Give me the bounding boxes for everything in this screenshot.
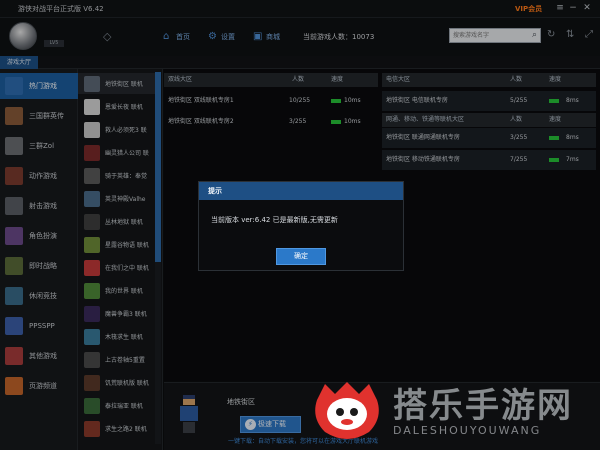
ok-button[interactable]: 确定 <box>276 248 326 265</box>
dialog-title: 提示 <box>199 182 403 200</box>
watermark-text: 搭乐手游网 <box>393 386 573 426</box>
update-dialog: 提示 当前版本 ver:6.42 已是最新版,无需更新 确定 <box>198 181 404 271</box>
watermark-subtext: DALESHOUYOUWANG <box>393 424 542 437</box>
watermark-logo-icon <box>315 382 379 439</box>
dialog-message: 当前版本 ver:6.42 已是最新版,无需更新 <box>211 216 338 224</box>
watermark: 搭乐手游网 DALESHOUYOUWANG <box>305 372 597 450</box>
